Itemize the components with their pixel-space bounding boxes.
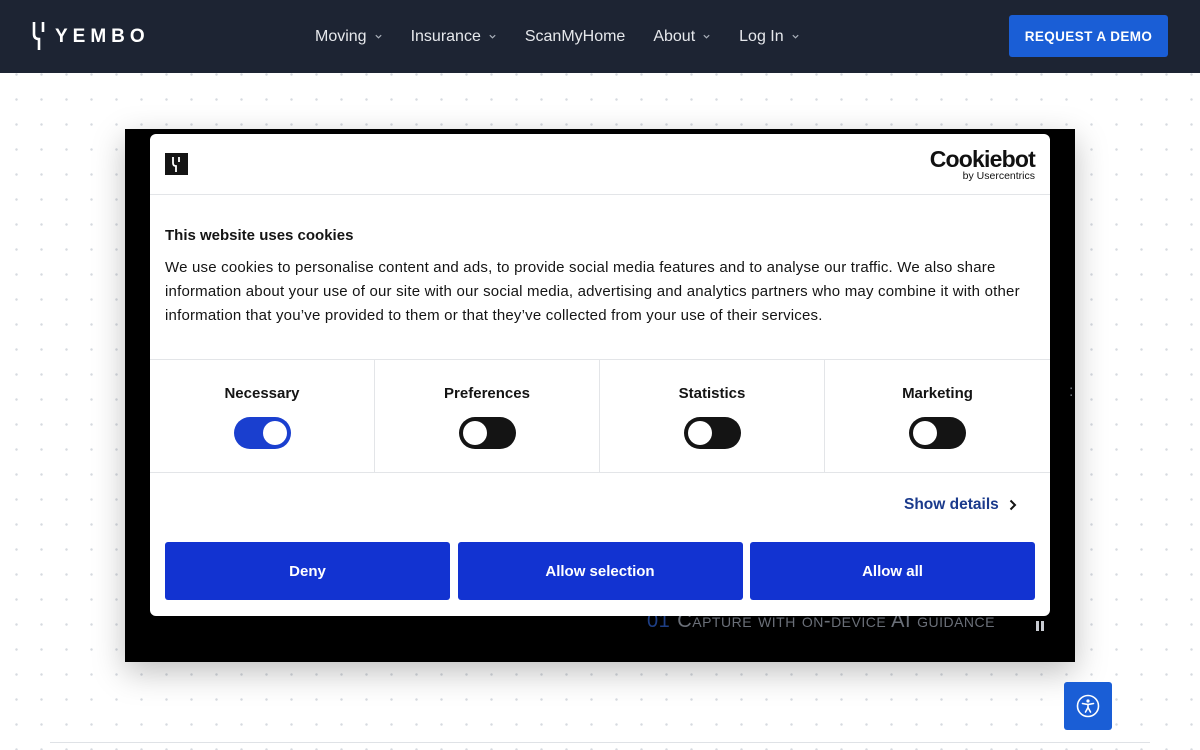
chevron-right-icon [1009,499,1017,511]
toggle-necessary: Necessary [150,360,375,472]
nav-item-label: ScanMyHome [524,27,626,45]
nav-item-label: Moving [315,27,367,45]
statistics-switch[interactable] [683,417,741,449]
nav-item-label: Log In [739,27,784,45]
section-divider [50,742,1150,743]
main-nav: Moving Insurance ScanMyHome About Log In [315,0,828,73]
toggle-statistics: Statistics [600,360,825,472]
toggle-label: Necessary [224,385,300,402]
pause-icon[interactable] [1033,619,1047,633]
nav-item-scanmyhome[interactable]: ScanMyHome [525,28,625,46]
cookie-dialog-title: This website uses cookies [165,227,354,244]
yembo-logo-icon [32,22,45,50]
top-navbar: YEMBO Moving Insurance ScanMyHome About … [0,0,1200,73]
allow-all-button[interactable]: Allow all [750,542,1035,600]
site-logo-icon [165,153,188,175]
brand-name: YEMBO [55,25,150,47]
accessibility-icon [1076,694,1100,718]
marketing-switch[interactable] [909,417,966,449]
nav-item-label: About [653,27,696,45]
cookie-category-toggles: Necessary Preferences Statistics Marketi… [150,359,1050,473]
accessibility-button[interactable] [1064,682,1112,730]
toggle-label: Statistics [678,385,746,402]
switch-knob [913,421,937,445]
switch-knob [262,421,287,445]
switch-knob [687,421,712,445]
cookiebot-logo[interactable]: Cookiebot by Usercentrics [929,146,1036,183]
nav-item-insurance[interactable]: Insurance [411,28,497,46]
cookie-dialog-text: We use cookies to personalise content an… [165,259,1020,324]
cookiebot-name: Cookiebot [929,146,1036,172]
toggle-preferences: Preferences [375,360,600,472]
toggle-label: Marketing [902,385,973,402]
nav-item-label: Insurance [410,27,481,45]
cookie-dialog-header: Cookiebot by Usercentrics [150,134,1050,195]
allow-selection-button[interactable]: Allow selection [457,542,743,600]
necessary-switch[interactable] [233,417,291,449]
video-text-fragment: : [1069,383,1074,400]
cookie-dialog-body: This website uses cookies We use cookies… [165,227,1035,328]
toggle-marketing: Marketing [825,360,1050,472]
yembo-logo[interactable]: YEMBO [32,21,150,51]
cookie-consent-dialog: Cookiebot by Usercentrics This website u… [150,134,1050,616]
chevron-down-icon [792,34,799,39]
deny-button[interactable]: Deny [165,542,450,600]
cookie-dialog-actions: Deny Allow selection Allow all [165,542,1035,600]
nav-item-moving[interactable]: Moving [315,28,383,46]
chevron-down-icon [703,34,710,39]
chevron-down-icon [489,34,496,39]
preferences-switch[interactable] [458,417,516,449]
nav-item-login[interactable]: Log In [739,28,799,46]
show-details-label: Show details [904,496,999,513]
nav-item-about[interactable]: About [653,28,711,46]
chevron-down-icon [374,34,382,39]
toggle-label: Preferences [444,385,530,402]
show-details-link[interactable]: Show details [904,496,1017,514]
request-demo-button[interactable]: REQUEST A DEMO [1009,15,1168,57]
switch-knob [462,421,487,445]
